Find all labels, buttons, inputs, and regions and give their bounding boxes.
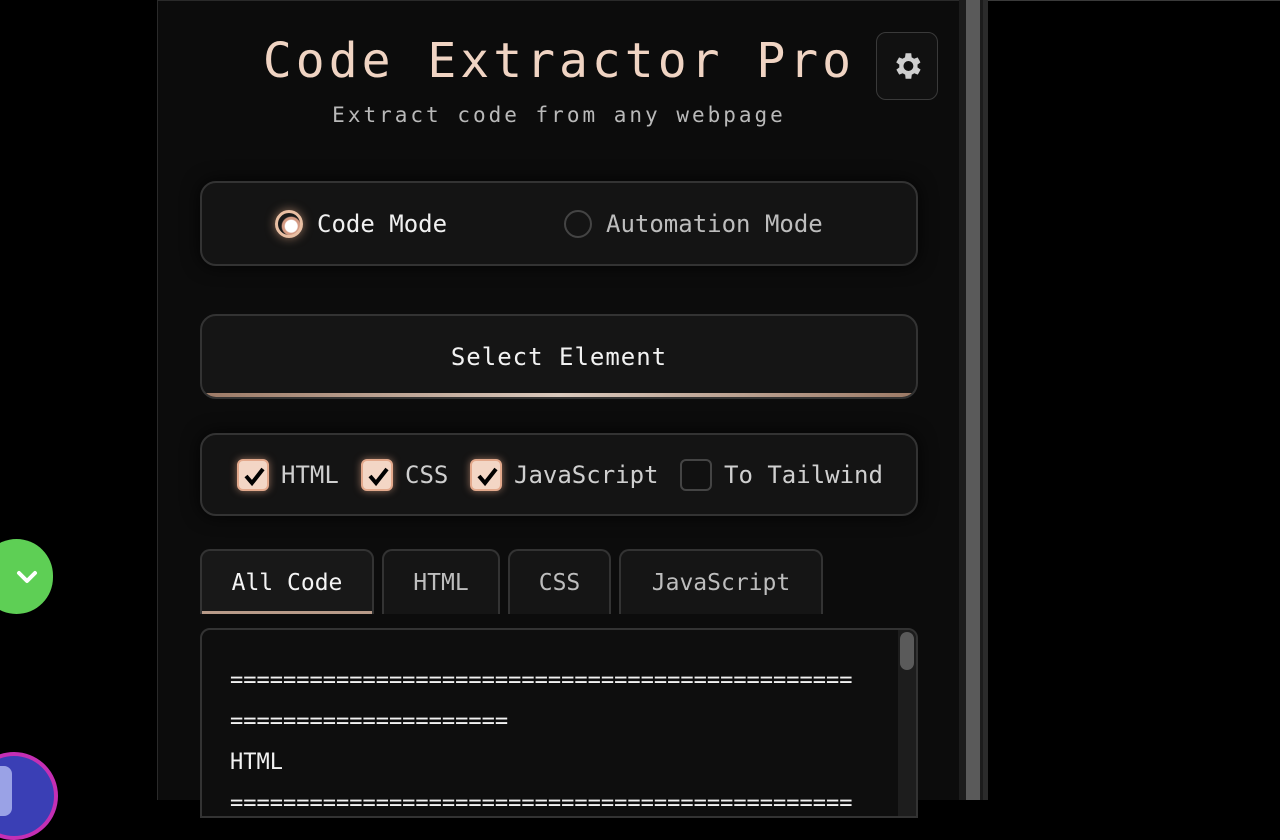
active-tab-indicator <box>202 611 372 614</box>
background-right <box>988 0 1280 800</box>
checkbox-checked-icon[interactable] <box>470 459 502 491</box>
page-scrollbar[interactable] <box>959 0 988 800</box>
select-element-button[interactable]: Select Element <box>200 314 918 399</box>
option-label: HTML <box>281 461 339 489</box>
chevron-down-icon <box>16 570 37 583</box>
option-to-tailwind[interactable]: To Tailwind <box>680 459 883 491</box>
select-element-label: Select Element <box>450 342 668 371</box>
tab-label: HTML <box>413 569 469 596</box>
page-scroll-thumb[interactable] <box>966 0 980 800</box>
tab-label: All Code <box>231 569 343 596</box>
radio-selected-icon <box>275 209 303 238</box>
option-label: CSS <box>405 461 449 489</box>
extension-panel: Code Extractor Pro Extract code from any… <box>157 0 959 818</box>
code-mode-label: Code Mode <box>317 209 448 238</box>
options-card: HTML CSS JavaScript To Tailwind <box>200 433 918 516</box>
settings-button[interactable] <box>876 32 938 100</box>
checkbox-checked-icon[interactable] <box>237 459 269 491</box>
option-label: To Tailwind <box>724 461 883 489</box>
code-mode-radio[interactable]: Code Mode <box>275 183 447 264</box>
automation-mode-radio[interactable]: Automation Mode <box>564 183 823 264</box>
radio-unselected-icon <box>564 209 592 238</box>
option-html[interactable]: HTML <box>237 459 339 491</box>
option-css[interactable]: CSS <box>361 459 448 491</box>
checkbox-unchecked-icon[interactable] <box>680 459 712 491</box>
option-javascript[interactable]: JavaScript <box>470 459 659 491</box>
tab-label: CSS <box>538 569 581 596</box>
option-label: JavaScript <box>514 461 659 489</box>
code-output[interactable]: ========================================… <box>200 628 918 818</box>
page-title: Code Extractor Pro <box>262 33 856 89</box>
tab-label: JavaScript <box>651 569 791 596</box>
code-text: ========================================… <box>230 668 853 816</box>
tab-css[interactable]: CSS <box>508 549 611 614</box>
code-scroll-thumb[interactable] <box>900 632 914 670</box>
gear-icon <box>896 53 921 79</box>
tab-html[interactable]: HTML <box>382 549 500 614</box>
page-subtitle: Extract code from any webpage <box>332 103 786 127</box>
automation-mode-label: Automation Mode <box>606 209 823 238</box>
checkbox-checked-icon[interactable] <box>361 459 393 491</box>
tab-all-code[interactable]: All Code <box>200 549 374 614</box>
button-underline <box>202 393 916 397</box>
background-left <box>0 0 158 800</box>
mode-selector: Code Mode Automation Mode <box>200 181 918 266</box>
code-scrollbar[interactable] <box>898 630 916 816</box>
tab-javascript[interactable]: JavaScript <box>619 549 823 614</box>
